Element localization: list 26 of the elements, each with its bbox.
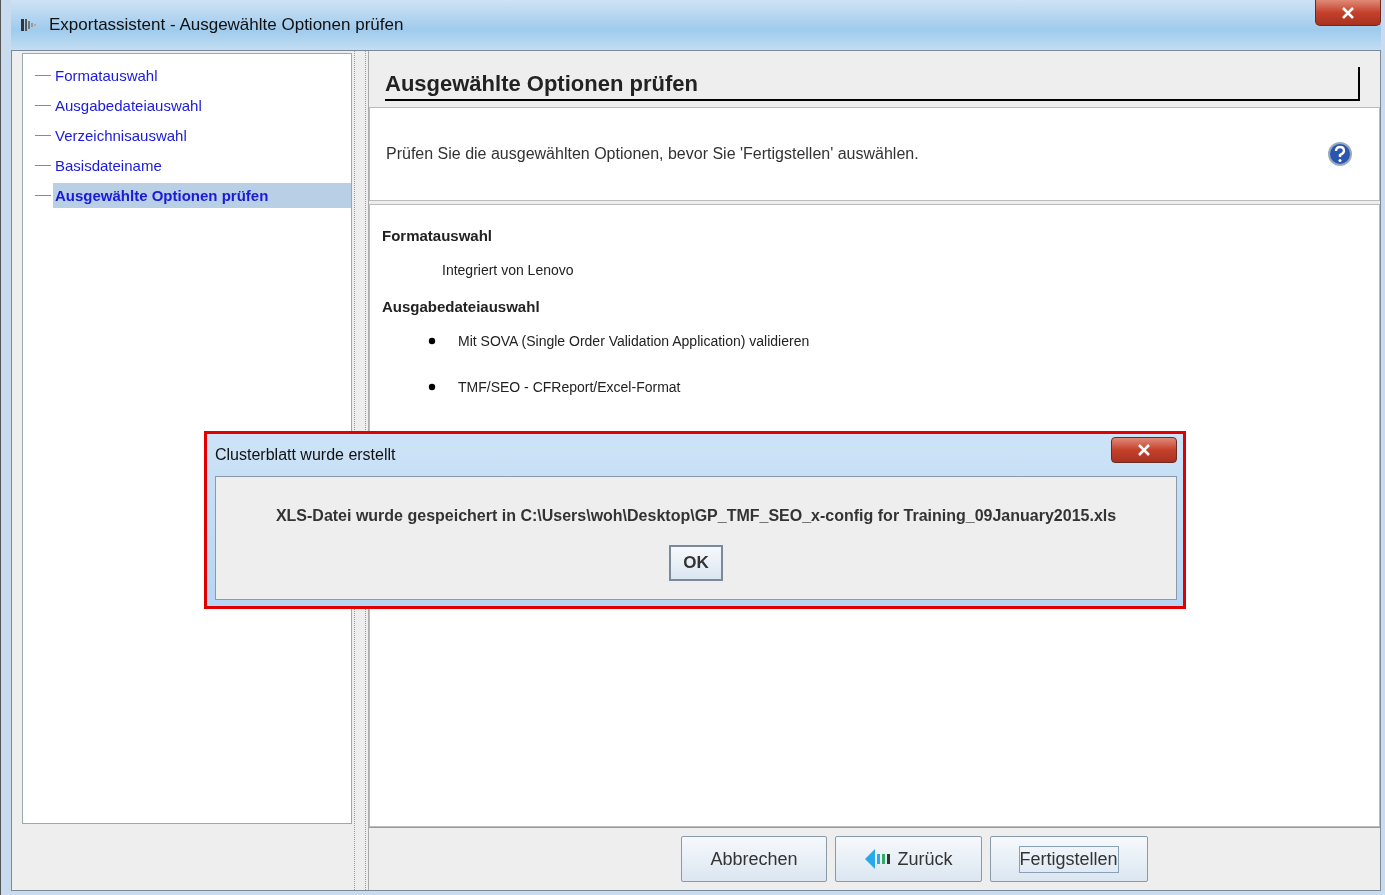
back-button[interactable]: Zurück [834,836,982,882]
description-text: Prüfen Sie die ausgewählten Optionen, bevor Sie 'Fertigstellen' auswählen. [386,145,919,163]
bullet-icon [428,383,436,391]
tree-item[interactable]: Formatauswahl [53,62,160,88]
wizard-button[interactable]: Fertigstellen [989,836,1148,882]
tree-item[interactable]: Ausgewählte Optionen prüfen [53,182,351,208]
tree-item[interactable]: Ausgabedateiauswahl [53,92,204,118]
tree-item[interactable]: Basisdateiname [53,152,164,178]
summary-text: Mit SOVA (Single Order Validation Application) validieren [458,333,810,349]
close-icon [1137,444,1151,456]
help-icon[interactable] [1327,141,1353,167]
close-button[interactable] [1315,0,1381,26]
section-heading: Formatauswahl [382,227,494,244]
window-title: Exportassistent - Ausgewählte Optionen prüfen [49,15,404,35]
page-heading: Ausgewählte Optionen prüfen [385,67,1360,101]
close-button[interactable] [1111,437,1177,463]
section-heading: Ausgabedateiauswahl [382,298,541,315]
summary-text: Integriert von Lenovo [441,262,575,278]
bullet-icon [428,337,436,345]
dialog-message: XLS-Datei wurde gespeichert in C:\Users\woh\Desktop\GP_TMF_SEO_x-config for Training_09January2015.xls [275,507,1117,525]
tree-item[interactable]: Verzeichnisauswahl [53,122,189,148]
close-icon [1341,6,1355,19]
summary-text: TMF/SEO - CFReport/Excel-Format [458,379,681,395]
dialog-title: Clusterblatt wurde erstellt [215,446,396,464]
wizard-button[interactable]: Abbrechen [681,836,827,882]
ok-button[interactable]: OK [669,545,723,581]
